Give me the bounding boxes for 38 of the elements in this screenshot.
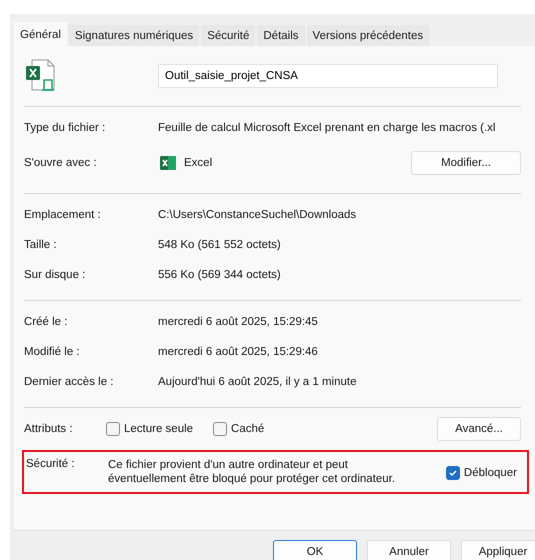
field-label: Type du fichier : <box>24 122 106 134</box>
change-button[interactable]: Modifier... <box>411 151 521 175</box>
field-value: Aujourd'hui 6 août 2025, il y a 1 minute <box>158 376 358 388</box>
checkbox[interactable] <box>446 466 460 480</box>
field-value: 548 Ko (561 552 octets) <box>158 239 282 251</box>
app-name: Excel <box>184 157 212 169</box>
tab[interactable]: Signatures numériques <box>68 25 200 46</box>
field-value: mercredi 6 août 2025, 15:29:45 <box>158 316 319 328</box>
field-label: Modifié le : <box>24 346 81 358</box>
field-label: Sécurité : <box>26 458 76 470</box>
tab[interactable]: Général <box>14 22 67 46</box>
field-label: Créé le : <box>24 316 68 328</box>
checkbox-label: Caché <box>231 423 264 435</box>
dialog-button[interactable]: OK <box>273 540 357 560</box>
field-label: S'ouvre avec : <box>24 157 98 169</box>
field-value: Feuille de calcul Microsoft Excel prenant en charge les macros (.xl <box>158 122 496 134</box>
advanced-button[interactable]: Avancé... <box>437 417 521 441</box>
field-label: Sur disque : <box>24 269 86 281</box>
checkmark-icon <box>448 468 458 478</box>
checkbox[interactable] <box>106 422 120 436</box>
tab[interactable]: Versions précédentes <box>306 25 430 46</box>
dialog-button[interactable]: Appliquer <box>461 540 535 560</box>
tab[interactable]: Détails <box>257 25 305 46</box>
field-value: mercredi 6 août 2025, 15:29:46 <box>158 346 319 358</box>
field-label: Attributs : <box>24 423 74 435</box>
field-label: Dernier accès le : <box>24 376 114 388</box>
field-label: Emplacement : <box>24 209 102 221</box>
field-label: Taille : <box>24 239 58 251</box>
file-name-field[interactable]: Outil_saisie_projet_CNSA <box>158 64 498 88</box>
field-value: 556 Ko (569 344 octets) <box>158 269 282 281</box>
tab[interactable]: Sécurité <box>201 25 256 46</box>
dialog-button[interactable]: Annuler <box>367 540 451 560</box>
excel-icon <box>158 153 178 173</box>
checkbox-label: Débloquer <box>464 467 517 479</box>
checkbox-label: Lecture seule <box>124 423 194 435</box>
security-message: Ce fichier provient d'un autre ordinateur et peut éventuellement être bloqué pour protéger cet ordinateur. <box>108 458 396 486</box>
checkbox[interactable] <box>213 422 228 436</box>
field-value: C:\Users\ConstanceSuchel\Downloads <box>158 209 358 221</box>
